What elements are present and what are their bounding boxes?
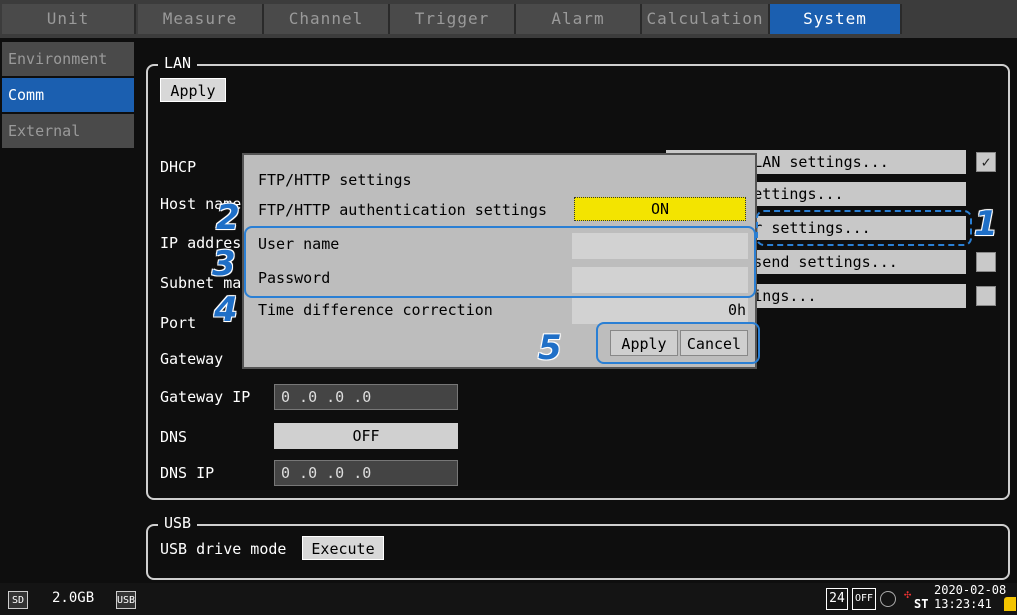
count-indicator: 24 <box>826 588 848 610</box>
status-st: ST <box>914 597 929 611</box>
callout-number-2: 2 <box>216 198 240 238</box>
status-date: 2020-02-08 <box>934 583 1007 597</box>
auth-settings-label: FTP/HTTP authentication settings <box>258 201 547 219</box>
tab-system[interactable]: System <box>770 4 902 34</box>
tab-measure[interactable]: Measure <box>138 4 264 34</box>
dns-ip-label: DNS IP <box>160 464 215 482</box>
status-bar: SD 2.0GB USB 24 OFF ✣ 2020-02-08 ST 13:2… <box>0 583 1017 615</box>
callout-number-5: 5 <box>538 328 562 368</box>
tab-unit[interactable]: Unit <box>2 4 136 34</box>
auth-settings-toggle[interactable]: ON <box>574 197 746 221</box>
gateway-ip-field[interactable]: 0 .0 .0 .0 <box>274 384 458 410</box>
port-label: Port <box>160 314 197 332</box>
storage-remaining: 2.0GB <box>52 590 95 606</box>
usb-execute-button[interactable]: Execute <box>302 536 384 560</box>
sidebar-item-comm[interactable]: Comm <box>2 78 134 112</box>
instrument-screen: Unit Measure Channel Trigger Alarm Calcu… <box>0 0 1017 615</box>
dns-label: DNS <box>160 428 188 446</box>
tab-calculation[interactable]: Calculation <box>642 4 770 34</box>
tab-channel[interactable]: Channel <box>264 4 390 34</box>
status-time: 13:23:41 <box>934 597 992 611</box>
sd-card-icon: SD <box>8 591 28 609</box>
off-indicator: OFF <box>852 588 876 610</box>
wireless-lan-checkbox[interactable]: ✓ <box>976 152 996 172</box>
usb-drive-mode-label: USB drive mode <box>160 540 287 558</box>
callout-number-1: 1 <box>974 204 998 244</box>
clock-icon <box>880 591 896 607</box>
usb-memory-icon: USB <box>116 591 136 609</box>
sidebar: Environment Comm External <box>0 40 136 578</box>
sntp-checkbox[interactable] <box>976 286 996 306</box>
sync-icon: ✣ <box>904 587 912 601</box>
ftp-auto-send-checkbox[interactable] <box>976 252 996 272</box>
time-diff-label: Time difference correction <box>258 301 493 319</box>
usb-group-label: USB <box>158 514 198 532</box>
dhcp-label: DHCP <box>160 158 197 176</box>
lock-icon <box>1004 597 1016 611</box>
lan-apply-button[interactable]: Apply <box>160 78 226 102</box>
dns-toggle[interactable]: OFF <box>274 423 458 449</box>
dialog-title: FTP/HTTP settings <box>258 171 412 189</box>
callout-frame-user-password <box>244 226 756 298</box>
dns-ip-field[interactable]: 0 .0 .0 .0 <box>274 460 458 486</box>
callout-number-4: 4 <box>214 290 238 330</box>
lan-group-label: LAN <box>158 54 198 72</box>
tab-trigger[interactable]: Trigger <box>390 4 516 34</box>
sidebar-item-external[interactable]: External <box>2 114 134 148</box>
sidebar-item-environment[interactable]: Environment <box>2 42 134 76</box>
gateway-label: Gateway <box>160 350 224 368</box>
gateway-ip-label: Gateway IP <box>160 388 251 406</box>
time-diff-value: 0h <box>728 301 747 319</box>
tab-alarm[interactable]: Alarm <box>516 4 642 34</box>
callout-frame-apply-cancel <box>596 322 760 364</box>
tab-bar: Unit Measure Channel Trigger Alarm Calcu… <box>0 0 1017 38</box>
time-diff-field[interactable] <box>572 298 748 324</box>
callout-frame-ftp-server <box>756 210 972 246</box>
callout-number-3: 3 <box>212 244 236 284</box>
